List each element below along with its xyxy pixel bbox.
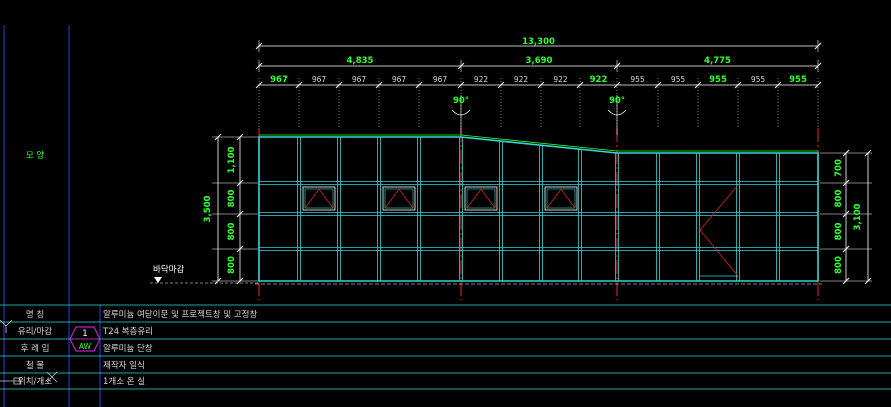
mark-number: 1 — [82, 329, 87, 339]
dim-section-1: 4,835 — [347, 56, 374, 66]
elevation-drawing: 모 양 13,300 4,835 3,690 4,775 967 967 967 967 967… — [0, 0, 891, 407]
dim-right-row-2: 800 — [834, 190, 844, 208]
row-value: 알루미늄 단창 — [103, 343, 153, 354]
dim-division-10: 955 — [630, 75, 645, 84]
dim-left-row-1: 1,100 — [227, 146, 237, 173]
window-mark-symbol: 1 AW — [69, 326, 101, 352]
angle-label-2: 90° — [609, 96, 625, 106]
dim-division-7: 922 — [514, 75, 529, 84]
side-label: 모 양 — [26, 150, 45, 161]
angle-label-1: 90° — [453, 96, 469, 106]
dim-division-11: 955 — [671, 75, 686, 84]
dim-right-row-4: 800 — [834, 256, 844, 274]
row-value: 제작자 일식 — [103, 360, 145, 371]
row-value: 1개소 온 실 — [103, 376, 145, 387]
floor-label: 바닥마감 — [153, 264, 184, 275]
row-label: 명 칭 — [26, 309, 44, 320]
dim-division-4: 967 — [392, 75, 407, 84]
dim-left-row-2: 800 — [227, 190, 237, 208]
dim-division-3: 967 — [352, 75, 367, 84]
dim-division-9: 922 — [590, 75, 608, 85]
dim-right-row-1: 700 — [834, 159, 844, 177]
dim-division-5: 967 — [433, 75, 448, 84]
row-label: 후 레 임 — [21, 343, 50, 354]
dim-division-14: 955 — [789, 75, 807, 85]
dim-division-8: 922 — [553, 75, 568, 84]
mark-code: AW — [79, 342, 92, 351]
dim-left-overall: 3,500 — [203, 195, 213, 222]
dim-division-2: 967 — [312, 75, 327, 84]
row-label: 철 물 — [26, 360, 45, 371]
dim-left-row-4: 800 — [227, 256, 237, 274]
dim-division-6: 922 — [474, 75, 489, 84]
dim-section-2: 3,690 — [526, 56, 553, 66]
dim-total: 13,300 — [522, 37, 555, 47]
row-value: 알루미늄 여닫이문 및 프로젝트창 및 고정창 — [103, 309, 257, 320]
dim-left-row-3: 800 — [227, 223, 237, 241]
cad-viewport[interactable]: 모 양 13,300 4,835 3,690 4,775 967 967 967 967 967… — [0, 0, 891, 407]
dim-division-1: 967 — [270, 75, 288, 85]
row-label: 유리/마감 — [18, 326, 52, 337]
dim-right-row-3: 800 — [834, 223, 844, 241]
dim-division-12: 955 — [709, 75, 727, 85]
row-value: T24 복층유리 — [102, 327, 153, 337]
dim-right-overall: 3,100 — [853, 203, 863, 230]
dim-division-13: 955 — [751, 75, 766, 84]
dim-section-3: 4,775 — [704, 56, 731, 66]
